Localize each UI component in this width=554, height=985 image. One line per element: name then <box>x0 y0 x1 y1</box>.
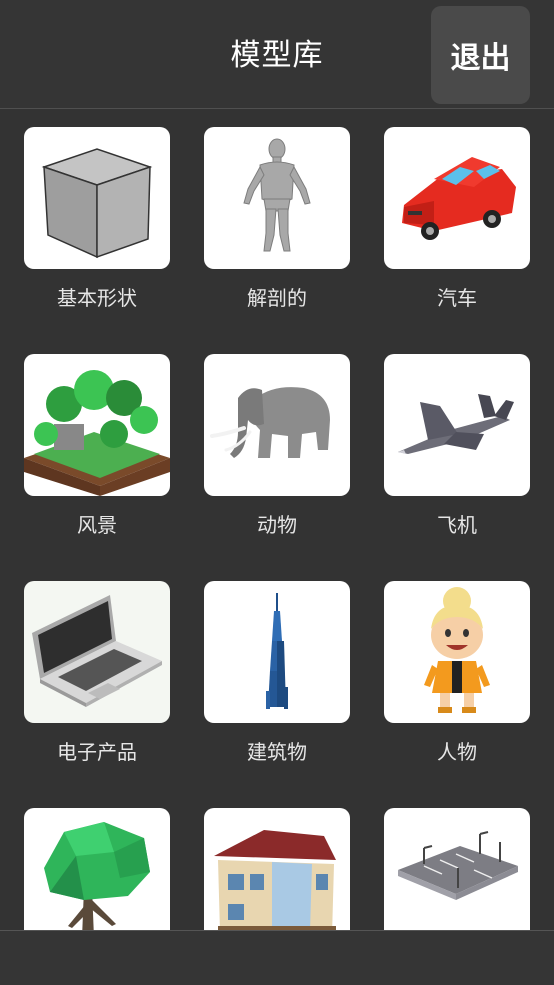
category-tile-houses[interactable] <box>204 808 350 930</box>
skyscraper-icon <box>266 593 288 709</box>
car-icon <box>402 157 516 240</box>
category-tile-basic-shapes[interactable]: 基本形状 <box>24 127 170 311</box>
category-label: 飞机 <box>437 513 477 537</box>
category-grid: 基本形状 解剖的 汽车 风景 动物 飞机 电子产品 建筑物 人物 <box>0 109 554 930</box>
category-tile-landscape[interactable]: 风景 <box>24 354 170 538</box>
human-figure-icon <box>243 138 311 252</box>
exit-button[interactable]: 退出 <box>431 6 530 104</box>
category-tile-buildings[interactable]: 建筑物 <box>204 581 350 765</box>
category-thumbnail <box>384 808 530 930</box>
cube-icon <box>41 148 153 259</box>
category-label: 风景 <box>77 513 117 537</box>
bottom-bar <box>0 930 554 985</box>
house-icon <box>214 830 336 930</box>
category-thumbnail <box>24 808 170 930</box>
category-label: 基本形状 <box>57 286 137 310</box>
parking-lot-icon <box>398 831 518 900</box>
category-tile-parking-lot[interactable] <box>384 808 530 930</box>
jet-icon <box>398 394 514 454</box>
category-tile-aircraft[interactable]: 飞机 <box>384 354 530 538</box>
category-label: 动物 <box>257 513 297 537</box>
category-tile-cars[interactable]: 汽车 <box>384 127 530 311</box>
category-label: 人物 <box>437 740 477 764</box>
category-thumbnail <box>204 581 350 723</box>
landscape-icon <box>24 370 170 496</box>
category-label: 汽车 <box>437 286 477 310</box>
category-thumbnail <box>204 127 350 269</box>
model-library-screen: 模型库 退出 基本形状 解剖的 汽车 风景 动物 飞机 电子产品 建筑物 人物 <box>0 0 554 985</box>
cartoon-person-icon <box>424 587 490 713</box>
category-tile-animals[interactable]: 动物 <box>204 354 350 538</box>
category-thumbnail <box>384 581 530 723</box>
elephant-icon <box>210 387 330 458</box>
category-tile-anatomy[interactable]: 解剖的 <box>204 127 350 311</box>
category-tile-characters[interactable]: 人物 <box>384 581 530 765</box>
category-tile-trees[interactable] <box>24 808 170 930</box>
category-tile-electronics[interactable]: 电子产品 <box>24 581 170 765</box>
category-thumbnail <box>384 127 530 269</box>
category-thumbnail <box>384 354 530 496</box>
category-thumbnail <box>204 808 350 930</box>
category-thumbnail <box>204 354 350 496</box>
category-label: 电子产品 <box>57 740 137 764</box>
category-thumbnail <box>24 581 170 723</box>
category-label: 解剖的 <box>247 286 307 310</box>
header-bar: 模型库 退出 <box>0 0 554 109</box>
tree-icon <box>44 822 150 930</box>
laptop-icon <box>32 595 162 707</box>
category-label: 建筑物 <box>247 740 307 764</box>
category-thumbnail <box>24 354 170 496</box>
category-thumbnail <box>24 127 170 269</box>
